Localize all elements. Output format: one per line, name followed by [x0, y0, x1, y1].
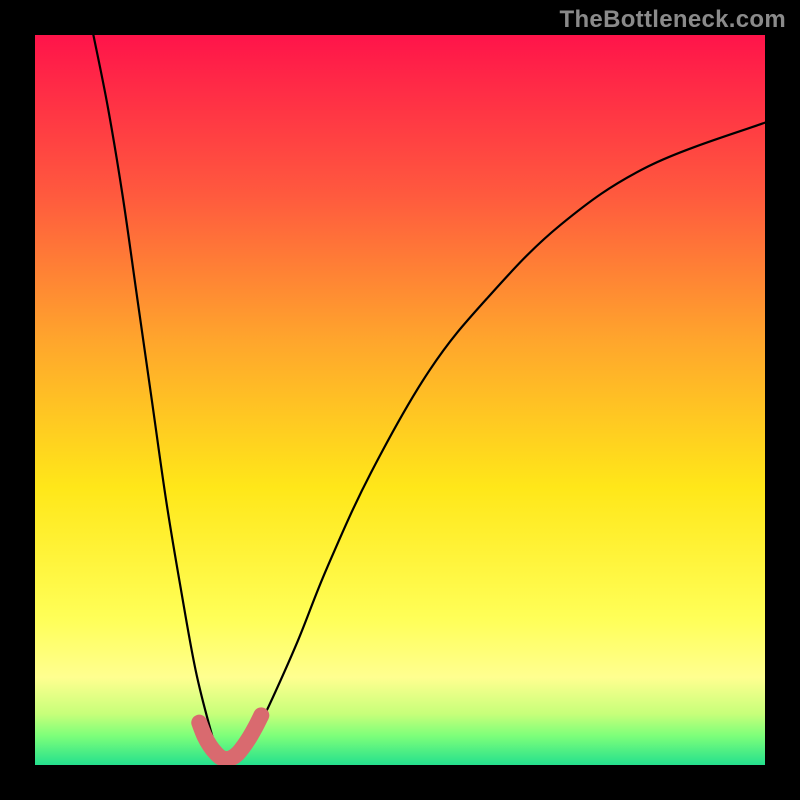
watermark-text: TheBottleneck.com [560, 6, 786, 34]
bottleneck-curve-line [93, 35, 765, 761]
chart-svg [35, 35, 765, 765]
plot-area [35, 35, 765, 765]
chart-frame: TheBottleneck.com [0, 0, 800, 800]
